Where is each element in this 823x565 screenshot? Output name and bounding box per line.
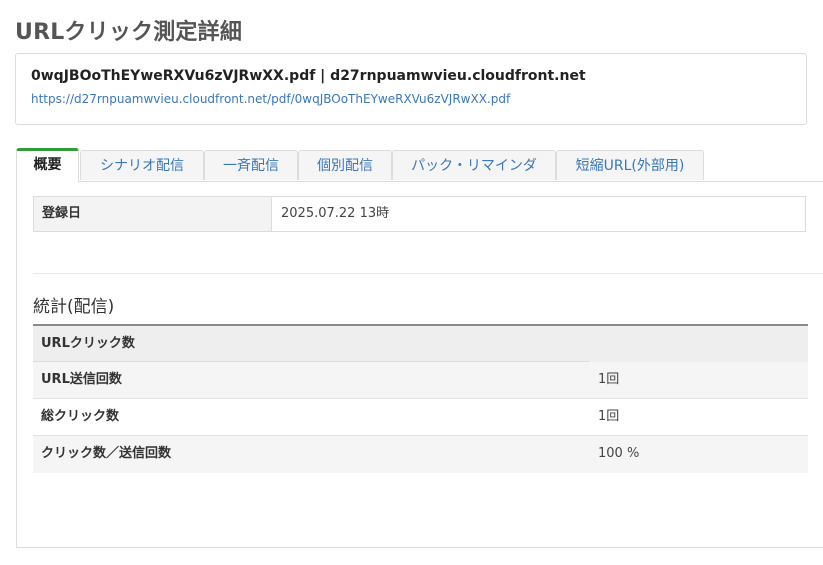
page-title: URLクリック測定詳細 [15,20,243,45]
stats-row-value: 1回 [598,372,620,387]
tab-short-url[interactable]: 短縮URL(外部用) [556,150,704,180]
stats-row-value: 1回 [598,409,620,424]
tab-panel-overview: 登録日 2025.07.22 13時 統計(配信) URLクリック数 URL送信… [16,181,823,548]
table-row: 総クリック数 1回 [33,399,808,436]
stats-row-value: 100 % [598,446,640,461]
tab-scenario-delivery[interactable]: シナリオ配信 [80,150,204,180]
stats-table: URLクリック数 URL送信回数 1回 総クリック数 1回 クリック数／送信回数… [33,324,808,473]
registration-date-value: 2025.07.22 13時 [281,206,390,221]
url-link[interactable]: https://d27rnpuamwvieu.cloudfront.net/pd… [31,92,510,106]
stats-table-header: URLクリック数 [33,324,808,362]
registration-date-label: 登録日 [34,197,272,231]
tab-pack-reminder[interactable]: パック・リマインダ [392,150,556,180]
stats-section-title: 統計(配信) [33,297,115,317]
table-row: クリック数／送信回数 100 % [33,436,808,473]
stats-row-label: URL送信回数 [41,372,122,387]
section-divider [33,273,823,274]
stats-row-label: 総クリック数 [41,409,120,424]
stats-row-label: クリック数／送信回数 [41,446,172,461]
tab-bulk-delivery[interactable]: 一斉配信 [204,150,298,180]
table-row: URL送信回数 1回 [33,362,808,399]
url-info-box: 0wqJBOoThEYweRXVu6zVJRwXX.pdf | d27rnpua… [15,53,807,125]
tab-bar: 概要 シナリオ配信 一斉配信 個別配信 パック・リマインダ 短縮URL(外部用) [16,148,823,182]
registration-table: 登録日 2025.07.22 13時 [33,196,806,232]
url-info-heading: 0wqJBOoThEYweRXVu6zVJRwXX.pdf | d27rnpua… [31,68,586,84]
tab-overview[interactable]: 概要 [16,148,79,182]
tab-individual-delivery[interactable]: 個別配信 [298,150,392,180]
